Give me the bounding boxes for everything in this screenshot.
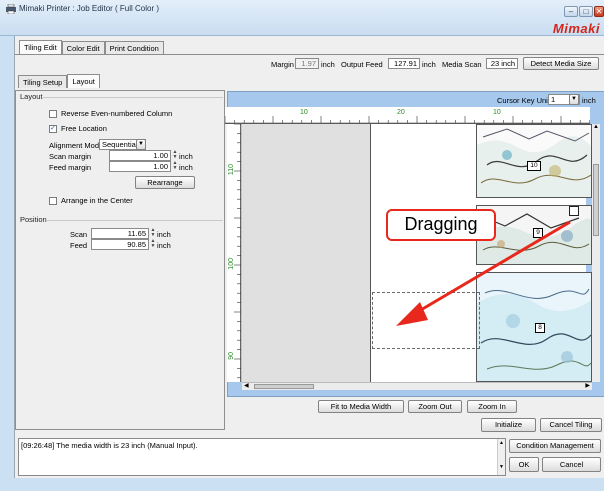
cancel-tiling-button[interactable]: Cancel Tiling [540, 418, 602, 432]
ruler-v-label-90: 90 [228, 352, 235, 360]
position-group-title: Position [20, 215, 47, 224]
vertical-ruler: 110 100 90 [227, 123, 241, 382]
ruler-h-label-10b: 10 [493, 109, 501, 116]
message-log[interactable]: [09:26:48] The media width is 23 inch (M… [18, 438, 506, 476]
arrange-center-label: Arrange in the Center [61, 196, 133, 205]
position-feed-field[interactable]: 90.85 [91, 239, 149, 250]
margin-label: Margin [271, 60, 294, 69]
margin-field: 1.97 [295, 58, 319, 69]
scan-margin-field[interactable]: 1.00 [109, 150, 171, 161]
log-scrollbar[interactable]: ▲ ▼ [497, 439, 505, 475]
tile-number-10: 10 [527, 161, 541, 171]
position-group-line [47, 220, 223, 221]
position-feed-unit: inch [157, 241, 171, 250]
tab-tiling-edit[interactable]: Tiling Edit [19, 40, 62, 54]
scroll-up-icon[interactable]: ▲ [593, 124, 599, 130]
alignment-mode-label: Alignment Mode [49, 141, 104, 150]
output-feed-field[interactable]: 127.91 [388, 58, 420, 69]
cursor-key-unit-label: Cursor Key Unit [497, 96, 550, 105]
alignment-mode-value: Sequential [102, 140, 138, 149]
layout-group-line [43, 97, 223, 98]
free-location-label: Free Location [61, 124, 107, 133]
canvas-horizontal-scrollbar[interactable]: ◀ ▶ [242, 382, 592, 390]
output-feed-label: Output Feed [341, 60, 383, 69]
ok-button[interactable]: OK [509, 457, 539, 472]
horizontal-ruler-ticks [224, 116, 591, 124]
alignment-dropdown-icon[interactable]: ▼ [136, 139, 146, 150]
position-scan-field[interactable]: 11.65 [91, 228, 149, 239]
fit-to-media-width-button[interactable]: Fit to Media Width [318, 400, 404, 413]
window-bottom-edge [0, 478, 604, 491]
feed-margin-spinner-icon[interactable]: ▲ ▼ [172, 161, 178, 172]
cursor-unit-dropdown-icon[interactable]: ▼ [569, 94, 579, 105]
ruler-h-label-10: 10 [300, 109, 308, 116]
window-title: Mimaki Printer : Job Editor ( Full Color… [19, 4, 160, 13]
output-feed-unit: inch [422, 60, 436, 69]
scan-margin-unit: inch [179, 152, 193, 161]
horizontal-ruler: 10 20 10 [224, 107, 591, 124]
tab-divider [15, 54, 604, 55]
zoom-out-button[interactable]: Zoom Out [408, 400, 462, 413]
close-button[interactable]: ✕ [594, 6, 604, 17]
dragging-callout: Dragging [386, 209, 496, 241]
non-printable-area [242, 124, 370, 382]
rearrange-button[interactable]: Rearrange [135, 176, 195, 189]
maximize-button[interactable]: □ [579, 6, 593, 17]
h-scroll-thumb[interactable] [254, 384, 314, 389]
tab-color-edit[interactable]: Color Edit [61, 41, 105, 54]
position-feed-label: Feed [70, 241, 88, 250]
ruler-h-label-20: 20 [397, 109, 405, 116]
sub-tab-strip: Tiling Setup Layout [18, 74, 100, 88]
reverse-column-label: Reverse Even-numbered Column [61, 109, 173, 118]
media-scan-field[interactable]: 23 inch [486, 58, 518, 69]
title-bar: Mimaki Printer : Job Editor ( Full Color… [0, 0, 604, 36]
initialize-button[interactable]: Initialize [481, 418, 536, 432]
brand-logo: Mimaki [552, 21, 600, 36]
scan-margin-label: Scan margin [49, 152, 92, 161]
canvas-vertical-scrollbar[interactable]: ▲ [592, 124, 600, 382]
layout-group-title: Layout [20, 92, 43, 101]
scroll-right-icon[interactable]: ▶ [585, 382, 590, 389]
feed-margin-unit: inch [179, 163, 193, 172]
feed-margin-label: Feed margin [49, 163, 92, 172]
cursor-key-unit-value: 1 [551, 95, 556, 104]
scroll-left-icon[interactable]: ◀ [244, 382, 249, 389]
position-scan-unit: inch [157, 230, 171, 239]
media-scan-label: Media Scan [442, 60, 482, 69]
condition-management-button[interactable]: Condition Management [509, 439, 601, 453]
tile-image-top[interactable]: 10 [476, 124, 592, 198]
cursor-key-unit-unit: inch [582, 96, 596, 105]
zoom-in-button[interactable]: Zoom In [467, 400, 517, 413]
log-message: [09:26:48] The media width is 23 inch (M… [21, 441, 198, 450]
tile-resize-handle[interactable] [569, 206, 579, 216]
minimize-button[interactable]: – [564, 6, 578, 17]
free-location-checkbox[interactable]: ✓ [49, 125, 57, 133]
position-scan-label: Scan [70, 230, 88, 239]
printer-icon [6, 4, 16, 14]
ruler-v-label-110: 110 [228, 164, 235, 176]
cancel-button[interactable]: Cancel [542, 457, 601, 472]
tab-print-condition[interactable]: Print Condition [104, 41, 164, 54]
margin-unit: inch [321, 60, 335, 69]
main-tab-strip: Tiling Edit Color Edit Print Condition [19, 40, 164, 54]
tab-layout[interactable]: Layout [67, 74, 100, 88]
ruler-v-label-100: 100 [228, 258, 235, 270]
tab-tiling-setup[interactable]: Tiling Setup [18, 75, 68, 88]
feed-margin-field[interactable]: 1.00 [109, 161, 171, 172]
v-scroll-thumb[interactable] [593, 164, 599, 236]
position-feed-spinner-icon[interactable]: ▲ ▼ [150, 239, 156, 250]
arrange-center-checkbox[interactable] [49, 197, 57, 205]
reverse-column-checkbox[interactable] [49, 110, 57, 118]
detect-media-size-button[interactable]: Detect Media Size [523, 57, 599, 70]
vertical-ruler-ticks [234, 123, 241, 379]
